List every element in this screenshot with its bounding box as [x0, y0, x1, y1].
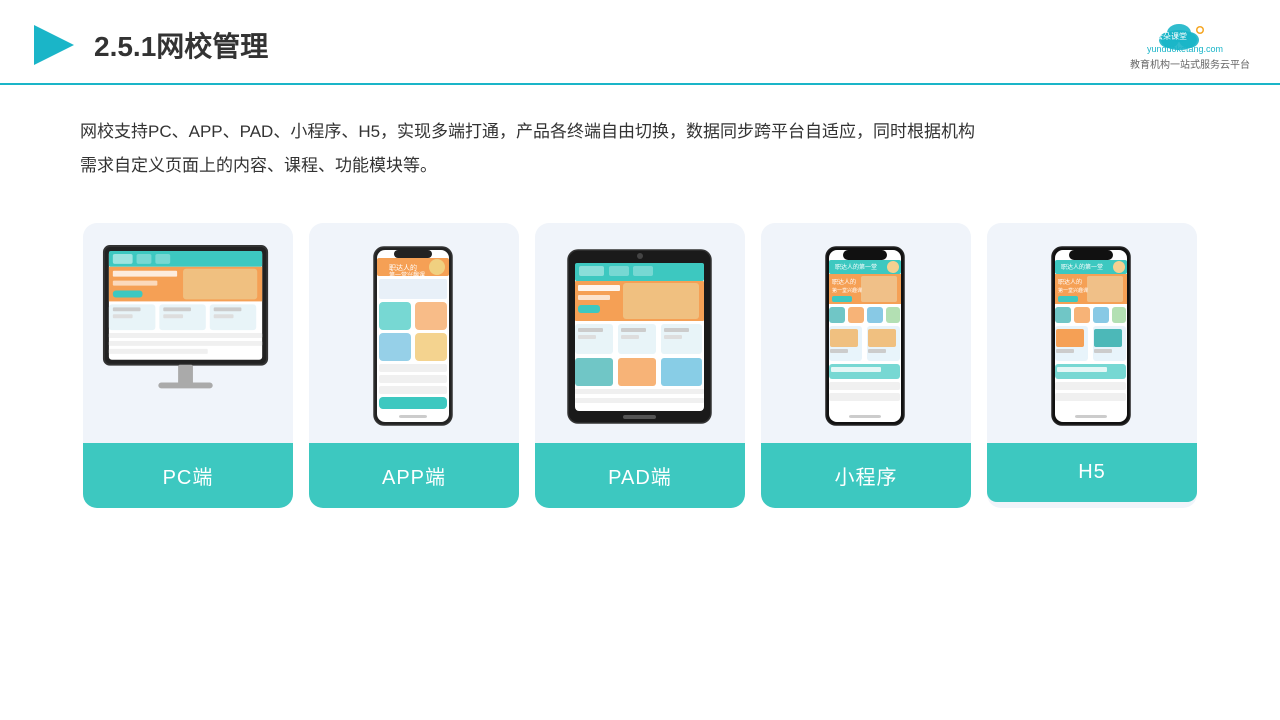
description-text: 网校支持PC、APP、PAD、小程序、H5，实现多端打通，产品各终端自由切换，数… — [80, 122, 975, 175]
svg-text:第一堂兴趣课: 第一堂兴趣课 — [389, 271, 425, 279]
page-header: 2.5.1网校管理 yunduoketang.com 云朵课堂 教育机构一站式服… — [0, 0, 1280, 85]
pad-tablet-illustration — [563, 245, 718, 430]
svg-text:职达人的: 职达人的 — [389, 263, 417, 272]
svg-text:职达人的: 职达人的 — [1058, 278, 1082, 286]
svg-text:职达人的: 职达人的 — [832, 278, 856, 286]
card-app-label: APP端 — [309, 443, 519, 508]
pc-monitor-illustration — [99, 240, 277, 435]
card-h5-label: H5 — [987, 443, 1197, 502]
card-pad-image — [535, 223, 745, 443]
card-miniapp-label: 小程序 — [761, 443, 971, 508]
app-phone-illustration: 职达人的 第一堂兴趣课 — [369, 245, 459, 430]
card-miniapp: 职达人的第一堂 职达人的 第一堂兴趣课 — [761, 223, 971, 508]
card-pc-image — [83, 223, 293, 443]
svg-text:云朵课堂: 云朵课堂 — [1155, 31, 1187, 41]
logo-area: yunduoketang.com 云朵课堂 教育机构一站式服务云平台 — [1130, 18, 1250, 71]
logo-tagline: 教育机构一站式服务云平台 — [1130, 56, 1250, 71]
header-left: 2.5.1网校管理 — [30, 21, 268, 69]
miniapp-phone-illustration: 职达人的第一堂 职达人的 第一堂兴趣课 — [821, 245, 911, 430]
card-pad-label: PAD端 — [535, 443, 745, 508]
card-app-image: 职达人的 第一堂兴趣课 — [309, 223, 519, 443]
svg-text:职达人的第一堂: 职达人的第一堂 — [835, 263, 877, 271]
card-pad: PAD端 — [535, 223, 745, 508]
card-app: 职达人的 第一堂兴趣课 APP端 — [309, 223, 519, 508]
h5-phone-illustration: 职达人的第一堂 职达人的 第一堂兴趣课 — [1047, 245, 1137, 430]
page-title: 2.5.1网校管理 — [94, 25, 268, 65]
card-pc: PC端 — [83, 223, 293, 508]
card-pc-label: PC端 — [83, 443, 293, 508]
svg-text:第一堂兴趣课: 第一堂兴趣课 — [1058, 287, 1088, 294]
svg-text:职达人的第一堂: 职达人的第一堂 — [1061, 263, 1103, 271]
card-h5-image: 职达人的第一堂 职达人的 第一堂兴趣课 — [987, 223, 1197, 443]
card-miniapp-image: 职达人的第一堂 职达人的 第一堂兴趣课 — [761, 223, 971, 443]
svg-text:第一堂兴趣课: 第一堂兴趣课 — [832, 287, 862, 294]
card-h5: 职达人的第一堂 职达人的 第一堂兴趣课 — [987, 223, 1197, 508]
platform-cards: PC端 职达人的 第一堂兴趣课 — [0, 203, 1280, 538]
page-description: 网校支持PC、APP、PAD、小程序、H5，实现多端打通，产品各终端自由切换，数… — [0, 85, 1280, 193]
brand-logo: yunduoketang.com 云朵课堂 — [1145, 18, 1235, 54]
play-icon — [30, 21, 78, 69]
svg-text:yunduoketang.com: yunduoketang.com — [1147, 44, 1223, 54]
